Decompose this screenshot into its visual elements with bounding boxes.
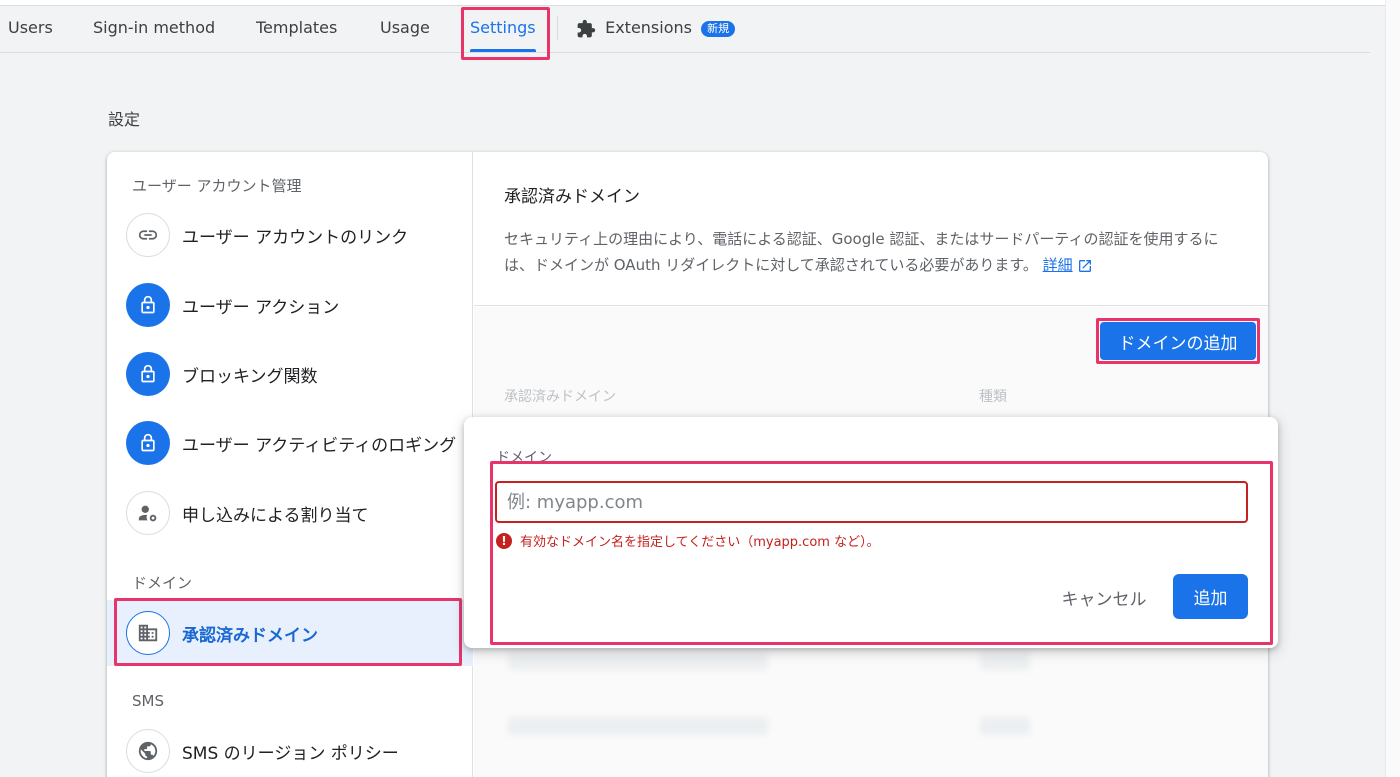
column-header-domain: 承認済みドメイン bbox=[504, 389, 616, 405]
lock-icon bbox=[126, 421, 170, 465]
description-text: セキュリティ上の理由により、電話による認証、Google 認証、またはサードパー… bbox=[504, 230, 1219, 274]
tab-extensions[interactable]: Extensions 新規 bbox=[576, 6, 736, 52]
sidebar-item-authorized-domains[interactable]: 承認済みドメイン bbox=[107, 600, 473, 666]
error-text: 有効なドメイン名を指定してください（myapp.com など）。 bbox=[520, 535, 880, 550]
sidebar-item-label: ユーザー アカウントのリンク bbox=[182, 228, 409, 248]
add-domain-dialog: ドメイン ! 有効なドメイン名を指定してください（myapp.com など）。 … bbox=[464, 417, 1278, 648]
sidebar-item-activity-logging[interactable]: ユーザー アクティビティのロギング bbox=[107, 410, 473, 476]
column-header-type: 種類 bbox=[979, 389, 1007, 405]
error-icon: ! bbox=[496, 532, 512, 549]
section-user-account-management: ユーザー アカウント管理 bbox=[132, 177, 302, 195]
person-gear-icon bbox=[126, 491, 170, 535]
panel-header: 承認済みドメイン セキュリティ上の理由により、電話による認証、Google 認証… bbox=[474, 152, 1268, 306]
cancel-button[interactable]: キャンセル bbox=[1044, 577, 1164, 617]
section-sms: SMS bbox=[132, 692, 164, 710]
sidebar-item-sign-up-quota[interactable]: 申し込みによる割り当て bbox=[107, 480, 473, 546]
sidebar-item-label: 承認済みドメイン bbox=[182, 626, 318, 646]
tab-extensions-label: Extensions bbox=[605, 18, 692, 37]
tab-usage[interactable]: Usage bbox=[380, 6, 430, 52]
sidebar-item-blocking-functions[interactable]: ブロッキング関数 bbox=[107, 341, 473, 407]
open-external-icon[interactable] bbox=[1077, 258, 1093, 274]
blurred-row-type bbox=[980, 652, 1030, 670]
active-tab-indicator bbox=[470, 49, 536, 52]
sidebar-item-sms-region-policy[interactable]: SMS のリージョン ポリシー bbox=[107, 718, 473, 777]
domain-field-label: ドメイン bbox=[496, 450, 552, 466]
panel-title: 承認済みドメイン bbox=[504, 187, 640, 207]
tab-settings-label: Settings bbox=[470, 18, 536, 37]
domain-input[interactable] bbox=[495, 481, 1248, 523]
panel-description: セキュリティ上の理由により、電話による認証、Google 認証、またはサードパー… bbox=[504, 226, 1239, 278]
blurred-row-type bbox=[980, 717, 1030, 735]
tab-settings[interactable]: Settings bbox=[470, 6, 536, 52]
sidebar-item-label: SMS のリージョン ポリシー bbox=[182, 744, 399, 764]
blurred-row-domain bbox=[508, 652, 768, 670]
globe-icon bbox=[126, 729, 170, 773]
settings-sidebar: ユーザー アカウント管理 ユーザー アカウントのリンク ユーザー アクション ブ… bbox=[107, 152, 473, 777]
puzzle-icon bbox=[577, 19, 596, 37]
add-domain-button[interactable]: ドメインの追加 bbox=[1100, 322, 1256, 360]
link-icon bbox=[126, 213, 170, 257]
lock-icon bbox=[126, 283, 170, 327]
tab-sign-in-method[interactable]: Sign-in method bbox=[93, 6, 215, 52]
domain-icon bbox=[126, 611, 170, 655]
add-button[interactable]: 追加 bbox=[1173, 574, 1248, 619]
sidebar-item-user-actions[interactable]: ユーザー アクション bbox=[107, 272, 473, 338]
new-badge: 新規 bbox=[701, 20, 736, 37]
tab-templates[interactable]: Templates bbox=[256, 6, 337, 52]
domain-error-message: ! 有効なドメイン名を指定してください（myapp.com など）。 bbox=[496, 531, 880, 550]
sidebar-item-label: ユーザー アクティビティのロギング bbox=[182, 436, 457, 456]
details-link[interactable]: 詳細 bbox=[1043, 256, 1073, 274]
page-title: 設定 bbox=[108, 110, 141, 129]
lock-icon bbox=[126, 352, 170, 396]
blurred-row-domain bbox=[508, 717, 768, 735]
section-domain: ドメイン bbox=[132, 574, 193, 592]
tab-users[interactable]: Users bbox=[8, 6, 53, 52]
auth-tab-bar: Users Sign-in method Templates Usage Set… bbox=[0, 6, 1370, 53]
sidebar-item-account-linking[interactable]: ユーザー アカウントのリンク bbox=[107, 202, 473, 268]
tab-divider bbox=[557, 16, 558, 40]
sidebar-item-label: 申し込みによる割り当て bbox=[182, 506, 369, 526]
sidebar-item-label: ユーザー アクション bbox=[182, 298, 340, 318]
sidebar-item-label: ブロッキング関数 bbox=[182, 367, 318, 387]
page-scrollbar[interactable] bbox=[1385, 0, 1400, 777]
